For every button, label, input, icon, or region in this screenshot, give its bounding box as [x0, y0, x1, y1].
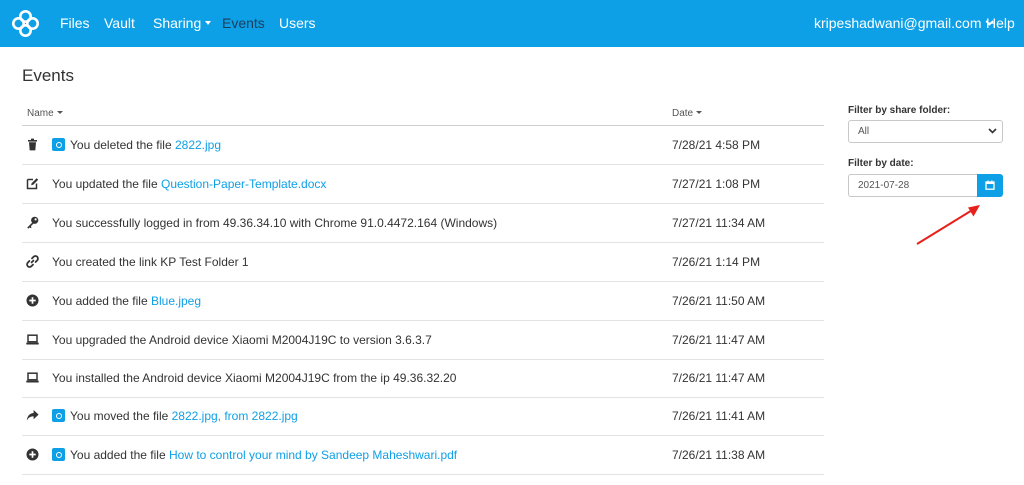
- table-row: You added the file Blue.jpeg 7/26/21 11:…: [22, 282, 824, 321]
- table-row: You added the file How to control your m…: [22, 436, 824, 475]
- nav-sharing[interactable]: Sharing: [153, 0, 212, 47]
- sort-caret-icon: [696, 110, 703, 114]
- nav-vault[interactable]: Vault: [104, 0, 135, 47]
- event-text: You deleted the file 2822.jpg: [52, 126, 221, 164]
- trash-icon: [26, 138, 39, 151]
- nav-help[interactable]: Help: [986, 0, 1015, 47]
- calendar-button[interactable]: [977, 174, 1003, 197]
- nav-files[interactable]: Files: [60, 0, 90, 47]
- event-date: 7/26/21 11:38 AM: [672, 448, 766, 462]
- event-text: You created the link KP Test Folder 1: [52, 243, 249, 281]
- nav-users[interactable]: Users: [279, 0, 316, 47]
- event-description: You moved the file: [70, 409, 172, 423]
- caret-down-icon: [205, 21, 212, 26]
- event-text: You upgraded the Android device Xiaomi M…: [52, 321, 432, 359]
- shared-folder-badge-icon: [52, 138, 65, 152]
- event-description: You installed the Android device Xiaomi …: [52, 371, 457, 385]
- account-menu[interactable]: kripeshadwani@gmail.com: [814, 0, 994, 47]
- table-row: You deleted the file 2822.jpg 7/28/21 4:…: [22, 126, 824, 165]
- event-file-link[interactable]: 2822.jpg: [175, 138, 221, 152]
- table-row: You updated the file Question-Paper-Temp…: [22, 165, 824, 204]
- event-date: 7/26/21 1:14 PM: [672, 255, 761, 269]
- event-description: You deleted the file: [70, 138, 175, 152]
- calendar-icon: [985, 180, 995, 190]
- event-text: You added the file Blue.jpeg: [52, 282, 201, 320]
- event-date: 7/28/21 4:58 PM: [672, 138, 761, 152]
- table-row: You upgraded the Android device Xiaomi M…: [22, 321, 824, 360]
- account-email: kripeshadwani@gmail.com: [814, 15, 982, 31]
- date-filter-label: Filter by date:: [848, 158, 914, 169]
- event-description: You successfully logged in from 49.36.34…: [52, 216, 498, 230]
- event-date: 7/26/21 11:47 AM: [672, 333, 766, 347]
- edit-icon: [26, 177, 39, 190]
- event-date: 7/26/21 11:47 AM: [672, 371, 766, 385]
- share-folder-select[interactable]: All: [848, 120, 1003, 143]
- table-row: You successfully logged in from 49.36.34…: [22, 204, 824, 243]
- annotation-arrow-icon: [916, 205, 980, 245]
- event-text: You installed the Android device Xiaomi …: [52, 359, 456, 397]
- event-text: You updated the file Question-Paper-Temp…: [52, 165, 326, 203]
- chevron-down-icon: [988, 128, 997, 134]
- event-file-link[interactable]: How to control your mind by Sandeep Mahe…: [169, 448, 457, 462]
- event-description: You created the link KP Test Folder 1: [52, 255, 249, 269]
- key-icon: [26, 216, 39, 229]
- nav-events[interactable]: Events: [222, 0, 265, 47]
- event-file-link[interactable]: Blue.jpeg: [151, 294, 201, 308]
- event-description: You upgraded the Android device Xiaomi M…: [52, 333, 432, 347]
- date-filter-input[interactable]: 2021-07-28: [848, 174, 977, 197]
- plus-circle-icon: [26, 294, 39, 307]
- event-date: 7/27/21 1:08 PM: [672, 177, 761, 191]
- table-row: You moved the file 2822.jpg, from 2822.j…: [22, 397, 824, 436]
- column-header-name-label: Name: [27, 108, 54, 119]
- share-arrow-icon: [26, 409, 39, 422]
- shared-folder-badge-icon: [52, 448, 65, 462]
- laptop-icon: [26, 371, 39, 384]
- share-folder-select-value: All: [858, 126, 870, 137]
- event-description: You added the file: [70, 448, 169, 462]
- event-file-link[interactable]: 2822.jpg, from 2822.jpg: [172, 409, 298, 423]
- sort-caret-icon: [56, 110, 63, 114]
- page-title: Events: [22, 66, 74, 85]
- laptop-icon: [26, 333, 39, 346]
- event-file-link[interactable]: Question-Paper-Template.docx: [161, 177, 326, 191]
- event-date: 7/26/21 11:41 AM: [672, 409, 766, 423]
- share-folder-filter-label: Filter by share folder:: [848, 105, 951, 116]
- event-text: You moved the file 2822.jpg, from 2822.j…: [52, 397, 298, 435]
- column-header-date-label: Date: [672, 108, 694, 119]
- shared-folder-badge-icon: [52, 409, 65, 423]
- app-logo-icon[interactable]: [10, 8, 41, 39]
- table-row: You installed the Android device Xiaomi …: [22, 359, 824, 398]
- column-header-date[interactable]: Date: [672, 108, 703, 119]
- plus-circle-icon: [26, 448, 39, 461]
- nav-sharing-label: Sharing: [153, 15, 202, 31]
- event-text: You successfully logged in from 49.36.34…: [52, 204, 497, 242]
- link-icon: [26, 255, 39, 268]
- column-header-name[interactable]: Name: [27, 108, 63, 119]
- event-description: You updated the file: [52, 177, 161, 191]
- top-navbar: Files Vault Sharing Events Users kripesh…: [0, 0, 1024, 47]
- table-row: You created the link KP Test Folder 1 7/…: [22, 243, 824, 282]
- event-date: 7/26/21 11:50 AM: [672, 294, 766, 308]
- event-text: You added the file How to control your m…: [52, 436, 457, 474]
- event-description: You added the file: [52, 294, 151, 308]
- event-date: 7/27/21 11:34 AM: [672, 216, 766, 230]
